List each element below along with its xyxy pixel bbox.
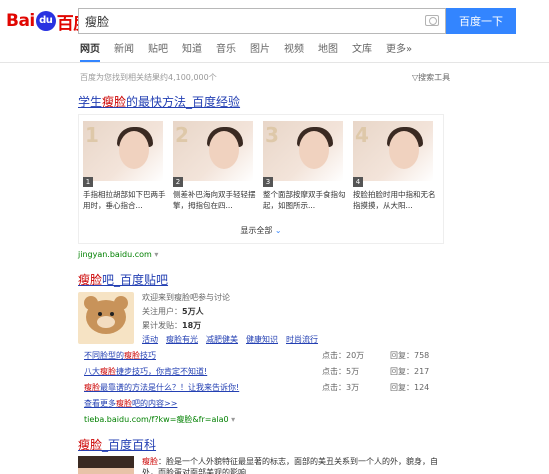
tab-bar: 网页 新闻 贴吧 知道 音乐 图片 视频 地图 文库 更多» [80, 42, 426, 62]
thread-link[interactable]: 八大瘦脸捷步技巧，你肯定不知道! [84, 366, 207, 377]
tieba-link[interactable]: 时尚流行 [286, 334, 318, 345]
tieba-link[interactable]: 瘦脸有光 [166, 334, 198, 345]
more-tieba-link[interactable]: 查看更多瘦脸吧的内容>> [84, 398, 177, 409]
tab-more[interactable]: 更多» [386, 42, 412, 62]
step-image: 2 2 [173, 121, 253, 187]
tab-maps[interactable]: 地图 [318, 42, 338, 62]
step-image: 4 4 [353, 121, 433, 187]
tieba-welcome: 欢迎来到瘦脸吧参与讨论 [142, 293, 230, 302]
caret-down-icon[interactable]: ▾ [231, 415, 235, 424]
result1-url: jingyan.baidu.com ▾ [78, 250, 159, 259]
step-image: 3 3 [263, 121, 343, 187]
tieba-link[interactable]: 健康知识 [246, 334, 278, 345]
result1-title[interactable]: 学生瘦脸的最快方法_百度经验 [78, 93, 240, 110]
camera-icon[interactable] [425, 15, 439, 26]
result2-title[interactable]: 瘦脸吧_百度贴吧 [78, 271, 168, 288]
tab-images[interactable]: 图片 [250, 42, 270, 62]
step-image: 1 1 [83, 121, 163, 187]
result3-title[interactable]: 瘦脸_百度百科 [78, 436, 156, 453]
thread-link[interactable]: 瘦脸最靠谱的方法是什么？！让我来告诉你! [84, 382, 239, 393]
tab-tieba[interactable]: 贴吧 [148, 42, 168, 62]
results-page: { "header": { "logo_prefix": "Bai", "log… [0, 0, 549, 474]
tab-music[interactable]: 音乐 [216, 42, 236, 62]
experience-cards: 1 1 手指相拉胡部如下巴两手用时，垂心指合... 2 2 侧差补巴海向双手轻轻… [78, 114, 444, 244]
paw-icon: du [35, 11, 56, 31]
search-input[interactable] [79, 9, 409, 33]
result-count: 百度为您找到相关结果约4,100,000个 [80, 73, 217, 82]
tab-divider [0, 62, 549, 63]
search-button[interactable]: 百度一下 [446, 8, 516, 34]
chevron-down-icon: ⌄ [274, 226, 282, 235]
tab-news[interactable]: 新闻 [114, 42, 134, 62]
result2-url: tieba.baidu.com/f?kw=瘦脸&fr=ala0 ▾ [84, 415, 236, 424]
tab-video[interactable]: 视频 [284, 42, 304, 62]
show-all-button[interactable]: 显示全部 ⌄ [79, 225, 443, 236]
step-card[interactable]: 1 1 手指相拉胡部如下巴两手用时，垂心指合... [83, 121, 167, 213]
tab-web[interactable]: 网页 [80, 42, 100, 62]
search-tools-link[interactable]: ▽搜索工具 [412, 72, 450, 83]
tieba-members: 关注用户：5万人 [142, 307, 204, 316]
tieba-link[interactable]: 减肥健美 [206, 334, 238, 345]
search-box [78, 8, 446, 34]
tieba-posts: 累计发贴：18万 [142, 321, 202, 330]
thread-link[interactable]: 不同脸型的瘦脸技巧 [84, 350, 156, 361]
tab-zhidao[interactable]: 知道 [182, 42, 202, 62]
step-card[interactable]: 2 2 侧差补巴海向双手轻轻摆擎，拇指包在四... [173, 121, 257, 213]
caret-down-icon[interactable]: ▾ [154, 250, 158, 259]
tieba-link[interactable]: 活动 [142, 334, 158, 345]
step-card[interactable]: 3 3 整个面部按摩双手食指勾起，如图所示... [263, 121, 347, 213]
baike-abstract: 瘦脸：脸是一个人外貌特征最显著的标志，面部的美丑关系到一个人的外，貌身，自处，而… [142, 457, 438, 474]
baike-image[interactable] [78, 456, 134, 474]
tab-wenku[interactable]: 文库 [352, 42, 372, 62]
tieba-links: 活动 瘦脸有光 减肥健美 健康知识 时尚流行 [142, 334, 318, 345]
step-card[interactable]: 4 4 按脸拍脸时用中指和无名指摸摸，从大阳... [353, 121, 437, 213]
tieba-avatar[interactable] [78, 292, 134, 344]
